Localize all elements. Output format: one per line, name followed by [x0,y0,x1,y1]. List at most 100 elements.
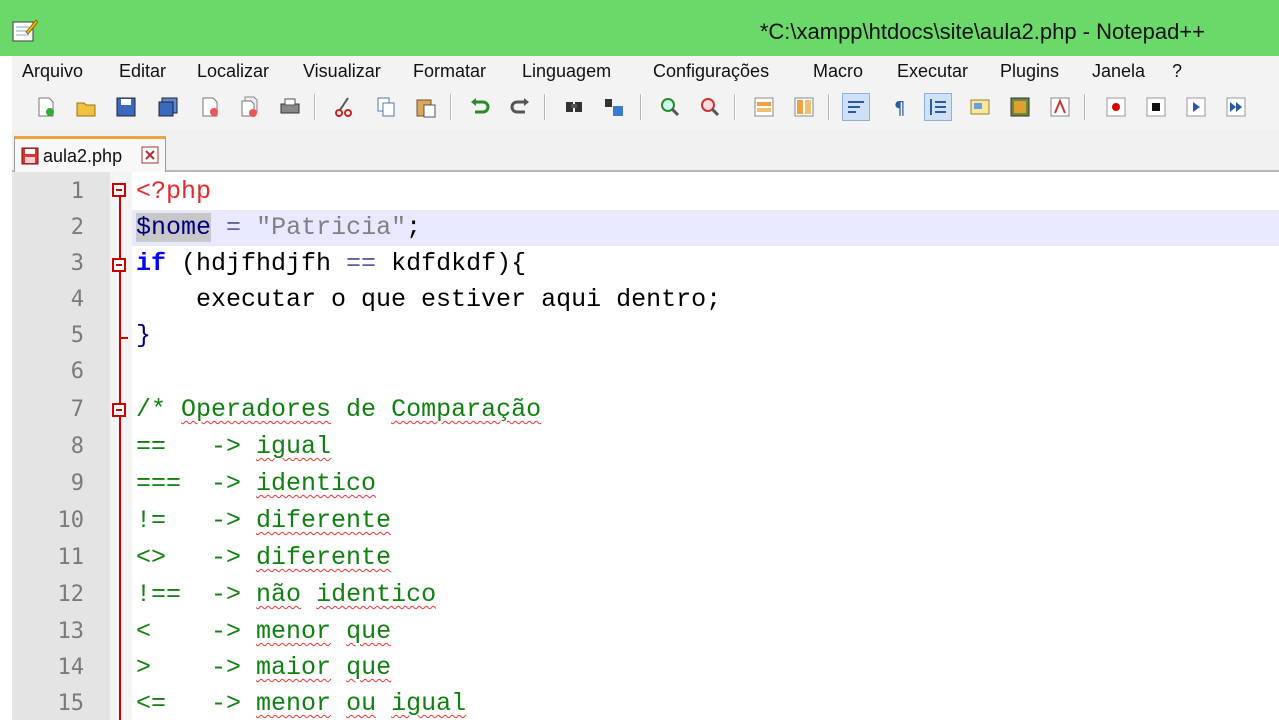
comment-token: !== [136,580,182,609]
code-text[interactable]: != -> diferente [136,503,391,539]
code-line: 6 [12,354,1279,390]
comment-token: <= [136,689,167,718]
misspelled-word: ou [346,689,377,718]
misspelled-word: não [256,580,302,609]
code-text[interactable]: $nome = "Patricia"; [136,210,421,246]
semicolon-token: ; [406,213,422,242]
php-open-tag: <?php [136,177,212,206]
line-number: 7 [70,397,84,422]
menu-help[interactable]: ? [1172,61,1182,82]
toolbar-separator [828,94,830,120]
toolbar-separator [314,94,316,120]
operator-token: == [346,249,377,278]
open-file-icon[interactable] [72,93,100,121]
record-macro-icon[interactable] [1102,93,1130,121]
code-text[interactable]: /* Operadores de Comparação [136,392,541,428]
comment-token: == [136,432,167,461]
close-all-icon[interactable] [236,93,264,121]
code-text[interactable]: } [136,318,151,354]
zoom-in-icon[interactable] [656,93,684,121]
code-text[interactable]: > -> maior que [136,650,391,686]
menu-janela[interactable]: Janela [1092,61,1145,82]
sync-horizontal-icon[interactable] [790,93,818,121]
line-number: 1 [70,179,84,204]
function-list-icon[interactable] [1006,93,1034,121]
sync-vertical-icon[interactable] [750,93,778,121]
menu-configuracoes[interactable]: Configurações [653,61,769,82]
word-wrap-icon[interactable] [842,93,870,121]
line-number: 11 [57,545,85,570]
menu-executar[interactable]: Executar [897,61,968,82]
menu-arquivo[interactable]: Arquivo [22,61,83,82]
comment-token: -> [166,432,257,461]
misspelled-word: diferente [256,506,392,535]
undo-icon[interactable] [466,93,494,121]
find-icon[interactable] [560,93,588,121]
line-number: 13 [57,619,85,644]
line-number: 4 [70,287,84,312]
code-text[interactable]: !== -> não identico [136,577,436,613]
folder-workspace-icon[interactable] [1046,93,1074,121]
playback-icon[interactable] [1182,93,1210,121]
code-text[interactable]: === -> identico [136,466,376,502]
code-line: 14 > -> maior que [12,650,1279,686]
menu-localizar[interactable]: Localizar [197,61,269,82]
code-line: 5 } [12,318,1279,354]
toolbar-separator [450,94,452,120]
save-icon[interactable] [112,93,140,121]
comment-token: === [136,469,182,498]
title-bar[interactable]: *C:\xampp\htdocs\site\aula2.php - Notepa… [0,0,1279,56]
code-text[interactable]: <?php [136,174,211,210]
misspelled-word: Comparação [391,395,542,424]
doc-map-icon[interactable] [966,93,994,121]
code-text[interactable]: <= -> menor ou igual [136,686,466,722]
tab-aula2[interactable]: aula2.php [14,136,166,172]
menu-formatar[interactable]: Formatar [413,61,486,82]
new-file-icon[interactable] [32,93,60,121]
unsaved-file-icon [21,147,39,165]
code-line: 7 /* Operadores de Comparação [12,392,1279,428]
replace-icon[interactable] [600,93,628,121]
menu-macro[interactable]: Macro [813,61,863,82]
line-number: 6 [70,359,84,384]
line-number: 12 [57,582,85,607]
paste-icon[interactable] [412,93,440,121]
code-text[interactable]: if (hdjfhdjfh == kdfdkdf){ [136,246,526,282]
operator-token: = [226,213,242,242]
code-line: 1 <?php [12,174,1279,210]
stop-record-icon[interactable] [1142,93,1170,121]
toolbar-separator [1084,94,1086,120]
run-multiple-icon[interactable] [1222,93,1250,121]
code-text[interactable]: == -> igual [136,429,331,465]
copy-icon[interactable] [372,93,400,121]
comment-token: -> [166,506,257,535]
misspelled-word: igual [391,689,467,718]
save-all-icon[interactable] [154,93,182,121]
close-tab-icon[interactable] [141,146,159,164]
zoom-out-icon[interactable] [696,93,724,121]
menu-editar[interactable]: Editar [119,61,166,82]
misspelled-word: maior [256,653,332,682]
comment-token: /* [136,395,182,424]
menu-visualizar[interactable]: Visualizar [303,61,381,82]
menu-linguagem[interactable]: Linguagem [522,61,611,82]
menu-plugins[interactable]: Plugins [1000,61,1059,82]
code-text[interactable]: < -> menor que [136,614,391,650]
code-line: 11 <> -> diferente [12,540,1279,576]
code-line: 10 != -> diferente [12,503,1279,539]
cut-icon[interactable] [330,93,358,121]
comment-token: -> [181,469,257,498]
print-icon[interactable] [276,93,304,121]
code-text[interactable]: executar o que estiver aqui dentro; [136,282,721,318]
show-all-chars-icon[interactable]: ¶ [886,93,914,121]
redo-icon[interactable] [506,93,534,121]
window-title: *C:\xampp\htdocs\site\aula2.php - Notepa… [759,19,1205,44]
misspelled-word: que [346,617,392,646]
comment-token: > [136,653,152,682]
line-number: 10 [57,508,85,533]
code-editor[interactable]: 1 <?php 2 $nome = "Patricia"; 3 if (hdjf… [12,172,1279,720]
code-text[interactable]: <> -> diferente [136,540,391,576]
close-icon[interactable] [196,93,224,121]
line-number: 2 [70,215,84,240]
indent-guide-icon[interactable] [924,93,952,121]
